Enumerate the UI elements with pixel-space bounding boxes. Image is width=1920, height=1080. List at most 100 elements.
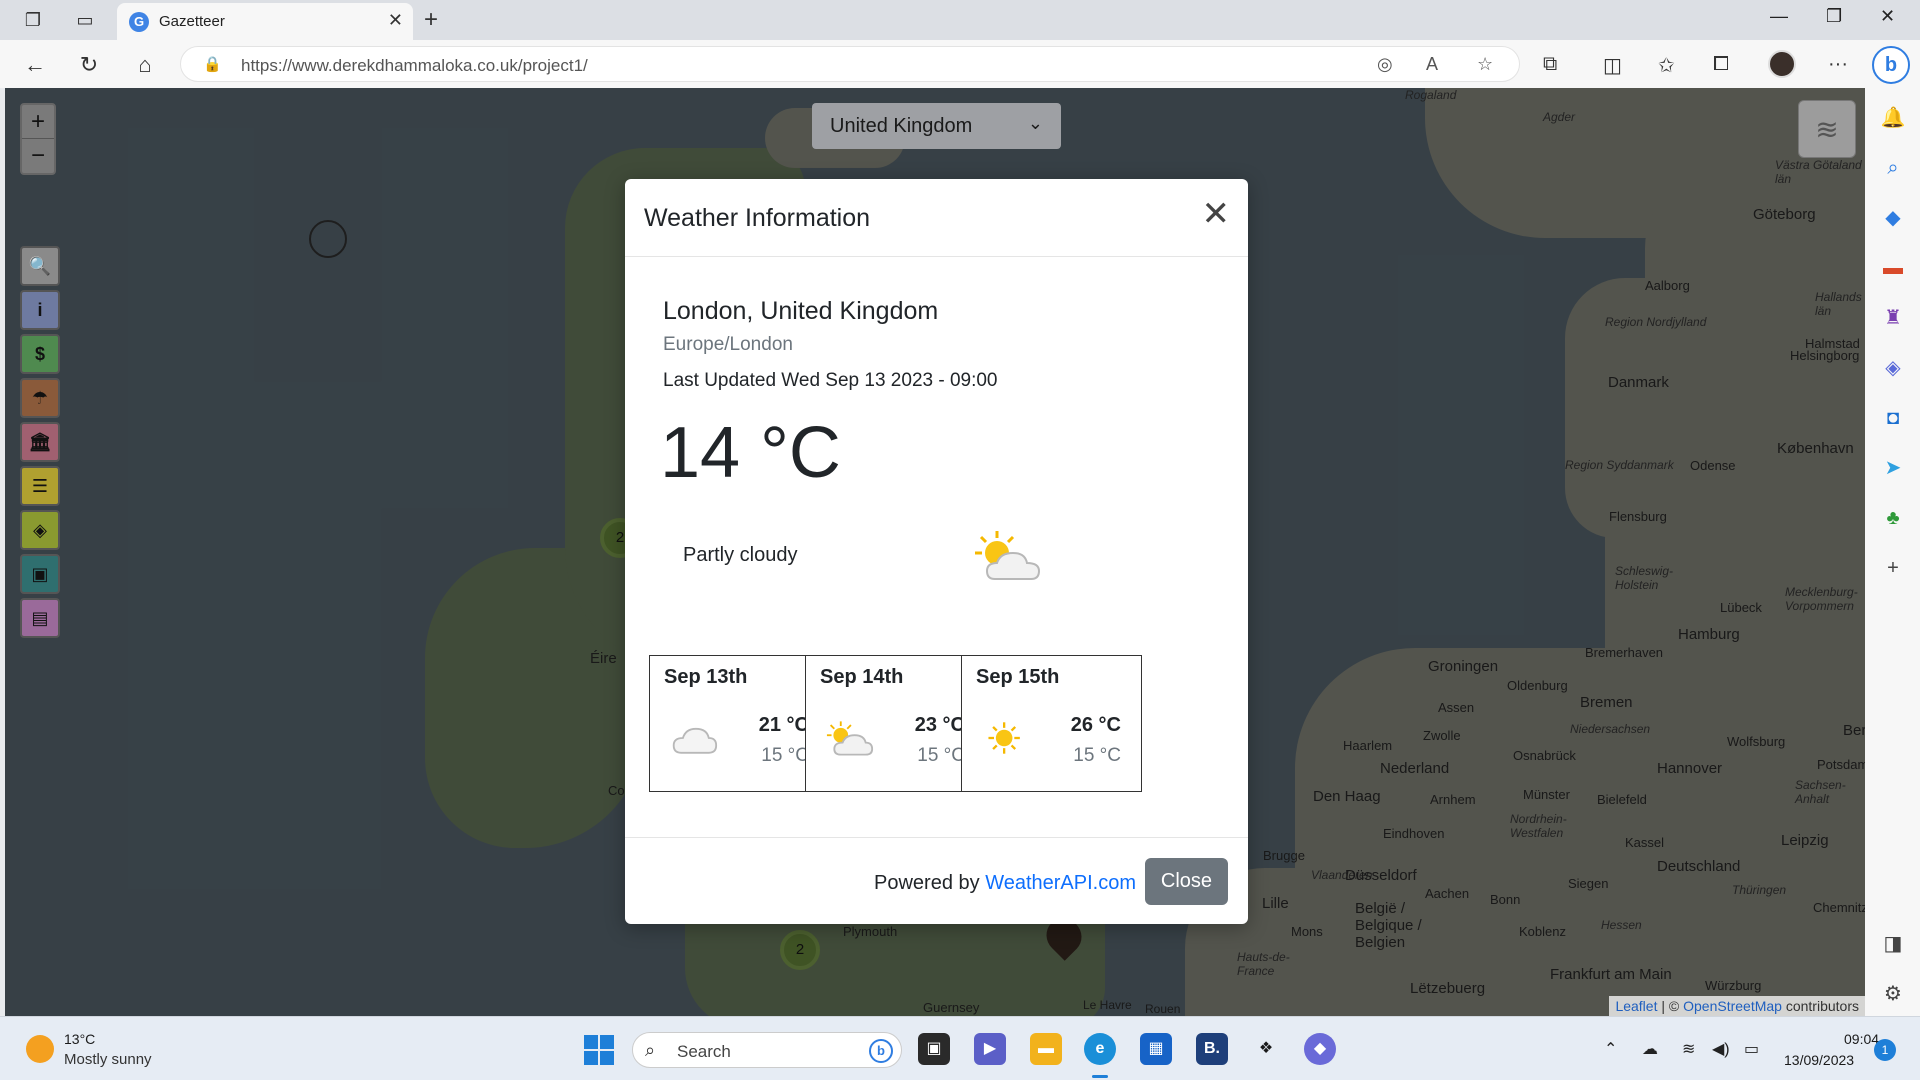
location-name: London, United Kingdom: [663, 297, 939, 325]
shopping-tag-icon[interactable]: ◆: [1879, 204, 1907, 232]
forecast-date: Sep 15th: [976, 666, 1060, 688]
url-text[interactable]: https://www.derekdhammaloka.co.uk/projec…: [241, 56, 588, 76]
outlook-icon[interactable]: ◘: [1879, 404, 1907, 432]
edge-browser-icon[interactable]: e: [1084, 1033, 1116, 1065]
lock-icon[interactable]: 🔒: [203, 55, 222, 73]
weatherapi-link[interactable]: WeatherAPI.com: [985, 872, 1136, 894]
sidebar-toggle-icon[interactable]: ◨: [1879, 930, 1907, 958]
favorites-icon[interactable]: ✩: [1658, 53, 1675, 78]
weather-sun-icon[interactable]: [26, 1035, 54, 1063]
taskbar-weather-temp[interactable]: 13°C: [64, 1031, 95, 1047]
notification-badge[interactable]: 1: [1874, 1039, 1896, 1061]
extensions-icon[interactable]: ⧉: [1543, 53, 1557, 76]
id-card-icon[interactable]: ▣: [20, 554, 60, 594]
close-button[interactable]: Close: [1145, 858, 1228, 905]
info-icon[interactable]: i: [20, 290, 60, 330]
games-icon[interactable]: ♜: [1879, 304, 1907, 332]
news-icon[interactable]: ▤: [20, 598, 60, 638]
forecast-card: Sep 13th 21 °C 15 °C: [649, 655, 830, 792]
back-button[interactable]: ←: [20, 50, 50, 80]
workspaces-icon[interactable]: ❐: [20, 8, 46, 32]
powered-by: Powered by WeatherAPI.com: [874, 872, 1136, 895]
minimize-button[interactable]: —: [1770, 6, 1788, 27]
more-menu-icon[interactable]: ···: [1828, 53, 1848, 76]
home-button[interactable]: ⌂: [130, 50, 160, 80]
favorite-star-icon[interactable]: ☆: [1477, 54, 1493, 75]
cloud-icon: [672, 727, 718, 754]
forecast-min-temp: 15 °C: [1073, 745, 1121, 766]
volume-icon[interactable]: ◀): [1712, 1039, 1730, 1059]
wifi-icon[interactable]: ≋: [1682, 1039, 1695, 1059]
locate-icon[interactable]: ◈: [20, 510, 60, 550]
url-field[interactable]: 🔒 https://www.derekdhammaloka.co.uk/proj…: [180, 46, 1520, 82]
zoom-out-button[interactable]: −: [22, 139, 54, 173]
map-attribution: Leaflet | © OpenStreetMap contributors: [1609, 996, 1865, 1016]
bank-icon[interactable]: 🏛: [20, 422, 60, 462]
restore-button[interactable]: ❐: [1826, 6, 1842, 27]
modal-title: Weather Information: [644, 204, 871, 232]
close-icon[interactable]: ✕: [1202, 197, 1231, 231]
last-updated: Last Updated Wed Sep 13 2023 - 09:00: [663, 370, 998, 391]
powered-by-text: Powered by: [874, 872, 986, 894]
database-icon[interactable]: ☰: [20, 466, 60, 506]
task-view-icon[interactable]: ▣: [918, 1033, 950, 1065]
forecast-min-temp: 15 °C: [917, 745, 965, 766]
windows-start-icon[interactable]: [584, 1035, 614, 1065]
close-window-button[interactable]: ✕: [1880, 6, 1895, 27]
osm-link[interactable]: OpenStreetMap: [1683, 998, 1782, 1014]
umbrella-icon[interactable]: ☂: [20, 378, 60, 418]
copilot-taskbar-icon[interactable]: ◆: [1304, 1033, 1336, 1065]
taskbar-weather-condition[interactable]: Mostly sunny: [64, 1051, 152, 1068]
file-explorer-icon[interactable]: ▬: [1030, 1033, 1062, 1065]
attribution-contributors: contributors: [1781, 998, 1859, 1014]
edge-sidebar: 🔔 ⌕ ◆ ▬ ♜ ◈ ◘ ➤ ♣ + ◨ ⚙: [1865, 88, 1920, 1016]
onedrive-icon[interactable]: ☁: [1642, 1039, 1658, 1059]
new-tab-button[interactable]: +: [424, 6, 438, 34]
search-icon[interactable]: ⌕: [1879, 154, 1907, 182]
layers-icon[interactable]: ≋: [1798, 100, 1856, 158]
search-icon[interactable]: 🔍: [20, 246, 60, 286]
address-bar: ← ↻ ⌂ 🔒 https://www.derekdhammaloka.co.u…: [0, 40, 1920, 88]
search-icon: ⌕: [645, 1040, 656, 1060]
active-app-indicator: [1092, 1075, 1108, 1078]
store-icon[interactable]: ▦: [1140, 1033, 1172, 1065]
partly-cloudy-icon: [826, 721, 874, 756]
forecast-date: Sep 13th: [664, 666, 748, 688]
leaflet-link[interactable]: Leaflet: [1615, 998, 1657, 1014]
sun-icon: [988, 722, 1020, 754]
tray-chevron-icon[interactable]: ⌃: [1604, 1039, 1617, 1059]
copilot-icon[interactable]: ◈: [1879, 354, 1907, 382]
add-icon[interactable]: +: [1879, 554, 1907, 582]
location-icon[interactable]: ◎: [1377, 54, 1393, 75]
bing-copilot-button[interactable]: b: [1872, 46, 1910, 84]
teams-icon[interactable]: ▶: [974, 1033, 1006, 1065]
forecast-max-temp: 21 °C: [758, 714, 809, 736]
split-screen-icon[interactable]: ◫: [1603, 53, 1622, 78]
forecast-card: Sep 15th 26 °C 15 °C: [961, 655, 1142, 792]
country-select-value: United Kingdom: [830, 115, 973, 137]
read-aloud-icon[interactable]: A: [1426, 54, 1438, 75]
dropbox-icon[interactable]: ❖: [1250, 1033, 1282, 1065]
forecast-date: Sep 14th: [820, 666, 904, 688]
country-select[interactable]: United Kingdom ⌄: [812, 103, 1061, 149]
tab-gazetteer[interactable]: G Gazetteer ✕: [117, 3, 413, 40]
bell-icon[interactable]: 🔔: [1879, 104, 1907, 132]
battery-icon[interactable]: ▭: [1744, 1039, 1759, 1059]
clock-time[interactable]: 09:04: [1844, 1031, 1879, 1047]
profile-avatar[interactable]: [1768, 50, 1796, 78]
currency-icon[interactable]: $: [20, 334, 60, 374]
taskbar-search[interactable]: ⌕ Search b: [632, 1032, 902, 1068]
tab-title: Gazetteer: [159, 13, 225, 30]
zoom-in-button[interactable]: +: [22, 105, 54, 139]
toolbox-icon[interactable]: ▬: [1879, 254, 1907, 282]
vertical-tabs-icon[interactable]: ▭: [72, 8, 98, 32]
tree-icon[interactable]: ♣: [1879, 504, 1907, 532]
tab-close-icon[interactable]: ✕: [388, 10, 403, 31]
booking-icon[interactable]: B.: [1196, 1033, 1228, 1065]
gear-icon[interactable]: ⚙: [1879, 980, 1907, 1008]
location-timezone: Europe/London: [663, 334, 793, 355]
clock-date[interactable]: 13/09/2023: [1784, 1052, 1854, 1068]
send-icon[interactable]: ➤: [1879, 454, 1907, 482]
refresh-button[interactable]: ↻: [74, 50, 104, 80]
collections-icon[interactable]: ⧠: [1713, 53, 1729, 76]
